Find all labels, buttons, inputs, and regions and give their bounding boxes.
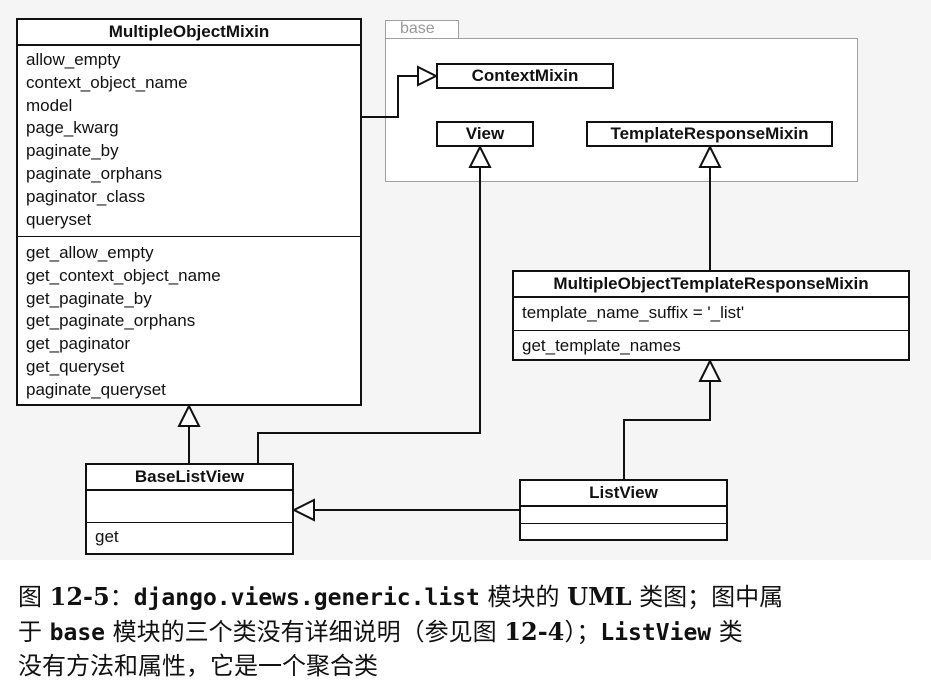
methods-section [521,523,726,539]
attributes-section: allow_empty context_object_name model pa… [18,46,360,236]
caption-text: 于 [18,618,50,646]
method: get_context_object_name [26,265,221,285]
class-base-list-view: BaseListView get [85,463,294,555]
attributes-section: template_name_suffix = '_list' [514,298,908,330]
method: get_paginate_by [26,288,152,308]
caption-text: 没有方法和属性，它是一个聚合类 [18,652,378,680]
attributes-section [87,491,292,522]
class-name: View [465,124,505,143]
arrowhead-motrm [698,358,722,382]
class-name: ContextMixin [471,66,579,85]
caption-text: 模块的 [479,583,568,611]
caption-text: 类图；图中属 [631,583,784,611]
class-multiple-object-mixin: MultipleObjectMixin allow_empty context_… [16,18,362,406]
caption-text-uml: UML [567,582,632,611]
methods-section: get [87,522,292,551]
arrowhead-contextmixin [417,65,439,87]
edge-mom-to-contextmixin [361,75,418,118]
method: get [95,527,119,546]
caption-text: 模块的三个类没有详细说明（参见图 [105,618,505,646]
caption-figure-number: 12-5 [49,582,110,611]
method: get_queryset [26,356,125,376]
method: get_template_names [522,336,681,355]
arrowhead-baselistview [291,498,315,522]
caption-code-listview: ListView [600,620,712,646]
class-multiple-object-template-response-mixin: MultipleObjectTemplateResponseMixin temp… [512,270,910,361]
arrowhead-trm [698,144,722,168]
class-context-mixin: ContextMixin [436,63,614,89]
class-name: MultipleObjectTemplateResponseMixin [514,272,908,298]
attribute: model [26,95,73,115]
class-name: TemplateResponseMixin [610,124,809,143]
attribute: queryset [26,209,92,229]
class-name: MultipleObjectMixin [18,20,360,46]
class-list-view: ListView [519,479,728,541]
caption-code-module: django.views.generic.list [133,585,480,611]
attribute: context_object_name [26,72,188,92]
caption-text: 图 [18,583,50,611]
arrowhead-mom [177,403,201,427]
attribute: paginator_class [26,186,146,206]
class-name: BaseListView [87,465,292,491]
class-view: View [436,121,534,147]
caption-figure-ref: 12-4 [504,617,565,646]
caption-text: ）； [564,618,601,646]
method: get_paginator [26,334,130,354]
attributes-section [521,507,726,523]
methods-section: get_allow_empty get_context_object_name … [18,236,360,404]
method: get_paginate_orphans [26,311,196,331]
attribute: page_kwarg [26,118,119,138]
class-template-response-mixin: TemplateResponseMixin [586,121,833,147]
figure-caption: 图 12-5：django.views.generic.list 模块的 UML… [18,580,918,683]
method: get_allow_empty [26,243,154,262]
attribute: paginate_by [26,141,119,161]
attribute: allow_empty [26,50,121,69]
caption-text: 类 [711,618,743,646]
attribute: template_name_suffix = '_list' [522,303,745,322]
caption-code-base: base [49,620,106,646]
arrowhead-view [468,144,492,168]
caption-text: ： [109,583,134,611]
attribute: paginate_orphans [26,163,163,183]
method: paginate_queryset [26,379,166,399]
class-name: ListView [521,481,726,507]
methods-section: get_template_names [514,330,908,360]
edge-listview-to-motrm [623,381,711,479]
